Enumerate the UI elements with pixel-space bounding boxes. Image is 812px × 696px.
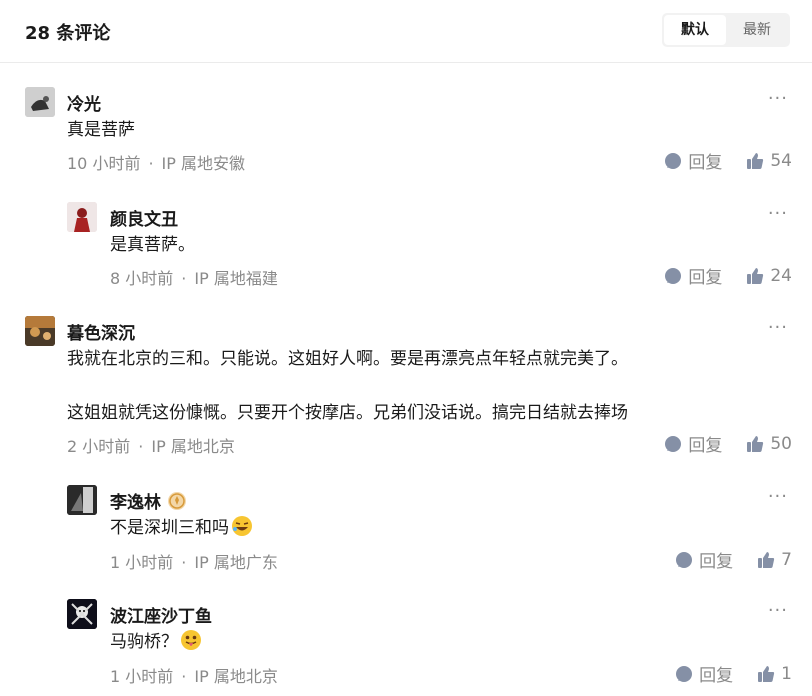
thumbs-up-icon — [758, 551, 775, 568]
like-button[interactable]: 54 — [746, 151, 792, 171]
meta-separator: · — [181, 553, 187, 572]
like-button[interactable]: 24 — [746, 266, 792, 286]
thumbs-up-icon — [758, 665, 775, 682]
comment-time: 2 小时前 — [67, 437, 131, 456]
comment-bubble-icon — [676, 665, 693, 682]
comment-item: 冷光 ··· 真是菩萨 10 小时前 · IP 属地安徽 回复 54 — [0, 62, 812, 177]
comment-bubble-icon — [665, 152, 682, 169]
comment-author[interactable]: 波江座沙丁鱼 — [110, 602, 212, 627]
comment-author[interactable]: 颜良文丑 — [110, 205, 178, 230]
comment-meta: 2 小时前 · IP 属地北京 — [67, 433, 235, 457]
comment-text: 真是菩萨 — [67, 120, 135, 140]
comment-text: 是真菩萨。 — [110, 235, 195, 255]
comment-text: 不是深圳三和吗 — [110, 514, 253, 542]
comment-location: IP 属地北京 — [194, 667, 278, 686]
comment-actions: 回复 7 — [675, 547, 792, 572]
thumbs-up-icon — [747, 435, 764, 452]
comment-time: 1 小时前 — [110, 553, 174, 572]
comment-meta: 10 小时前 · IP 属地安徽 — [67, 150, 245, 174]
more-options-icon[interactable]: ··· — [768, 486, 788, 507]
comment-count-title: 28 条评论 — [25, 23, 111, 44]
comment-time: 1 小时前 — [110, 667, 174, 686]
like-button[interactable]: 7 — [757, 550, 792, 570]
comment-actions: 回复 54 — [664, 148, 792, 173]
tongue-out-emoji-icon — [181, 630, 201, 650]
comment-bubble-icon — [665, 267, 682, 284]
comment-location: IP 属地北京 — [151, 437, 235, 456]
more-options-icon[interactable]: ··· — [768, 88, 788, 109]
more-options-icon[interactable]: ··· — [768, 317, 788, 338]
sort-default-button[interactable]: 默认 — [664, 15, 726, 45]
like-button[interactable]: 1 — [757, 664, 792, 684]
meta-separator: · — [181, 269, 187, 288]
avatar[interactable] — [25, 87, 55, 117]
more-options-icon[interactable]: ··· — [768, 600, 788, 621]
comment-text: 我就在北京的三和。只能说。这姐好人啊。要是再漂亮点年轻点就完美了。 — [67, 349, 628, 369]
comment-location: IP 属地广东 — [194, 553, 278, 572]
thumbs-up-icon — [747, 267, 764, 284]
reply-button[interactable]: 回复 — [675, 661, 733, 686]
reply-item: 波江座沙丁鱼 ··· 马驹桥？ 1 小时前 · IP 属地北京 回复 1 — [0, 575, 812, 696]
reply-button[interactable]: 回复 — [675, 547, 733, 572]
comment-actions: 回复 50 — [664, 431, 792, 456]
reply-item: 李逸林 ··· 不是深圳三和吗 1 小时前 · IP 属地广东 回复 7 — [0, 461, 812, 575]
reply-button[interactable]: 回复 — [664, 148, 722, 173]
reply-button[interactable]: 回复 — [664, 431, 722, 456]
meta-separator: · — [148, 154, 154, 173]
comment-time: 8 小时前 — [110, 269, 174, 288]
comment-text: 马驹桥？ — [110, 628, 202, 656]
comment-time: 10 小时前 — [67, 154, 141, 173]
comment-bubble-icon — [676, 551, 693, 568]
comment-meta: 1 小时前 · IP 属地广东 — [110, 549, 278, 573]
comment-bubble-icon — [665, 435, 682, 452]
meta-separator: · — [138, 437, 144, 456]
comment-author[interactable]: 李逸林 — [110, 488, 187, 513]
verified-badge-icon — [168, 491, 186, 510]
avatar[interactable] — [67, 599, 97, 629]
thumbs-up-icon — [747, 152, 764, 169]
comment-text-line-2: 这姐姐就凭这份慷慨。只要开个按摩店。兄弟们没话说。搞完日结就去捧场 — [67, 403, 628, 423]
avatar[interactable] — [25, 316, 55, 346]
comment-location: IP 属地福建 — [194, 269, 278, 288]
comment-location: IP 属地安徽 — [161, 154, 246, 173]
comment-author[interactable]: 冷光 — [67, 90, 101, 115]
avatar[interactable] — [67, 202, 97, 232]
avatar[interactable] — [67, 485, 97, 515]
comment-meta: 1 小时前 · IP 属地北京 — [110, 663, 278, 687]
like-button[interactable]: 50 — [746, 434, 792, 454]
sort-latest-button[interactable]: 最新 — [726, 15, 788, 45]
comment-author[interactable]: 暮色深沉 — [67, 319, 135, 344]
rofl-emoji-icon — [232, 516, 252, 536]
comment-meta: 8 小时前 · IP 属地福建 — [110, 265, 278, 289]
comment-actions: 回复 24 — [664, 263, 792, 288]
meta-separator: · — [181, 667, 187, 686]
comment-actions: 回复 1 — [675, 661, 792, 686]
reply-button[interactable]: 回复 — [664, 263, 722, 288]
comments-header: 28 条评论 默认 最新 — [0, 0, 812, 63]
more-options-icon[interactable]: ··· — [768, 203, 788, 224]
comment-item: 暮色深沉 ··· 我就在北京的三和。只能说。这姐好人啊。要是再漂亮点年轻点就完美… — [0, 291, 812, 461]
sort-toggle: 默认 最新 — [662, 13, 790, 47]
reply-item: 颜良文丑 ··· 是真菩萨。 8 小时前 · IP 属地福建 回复 24 — [0, 177, 812, 291]
